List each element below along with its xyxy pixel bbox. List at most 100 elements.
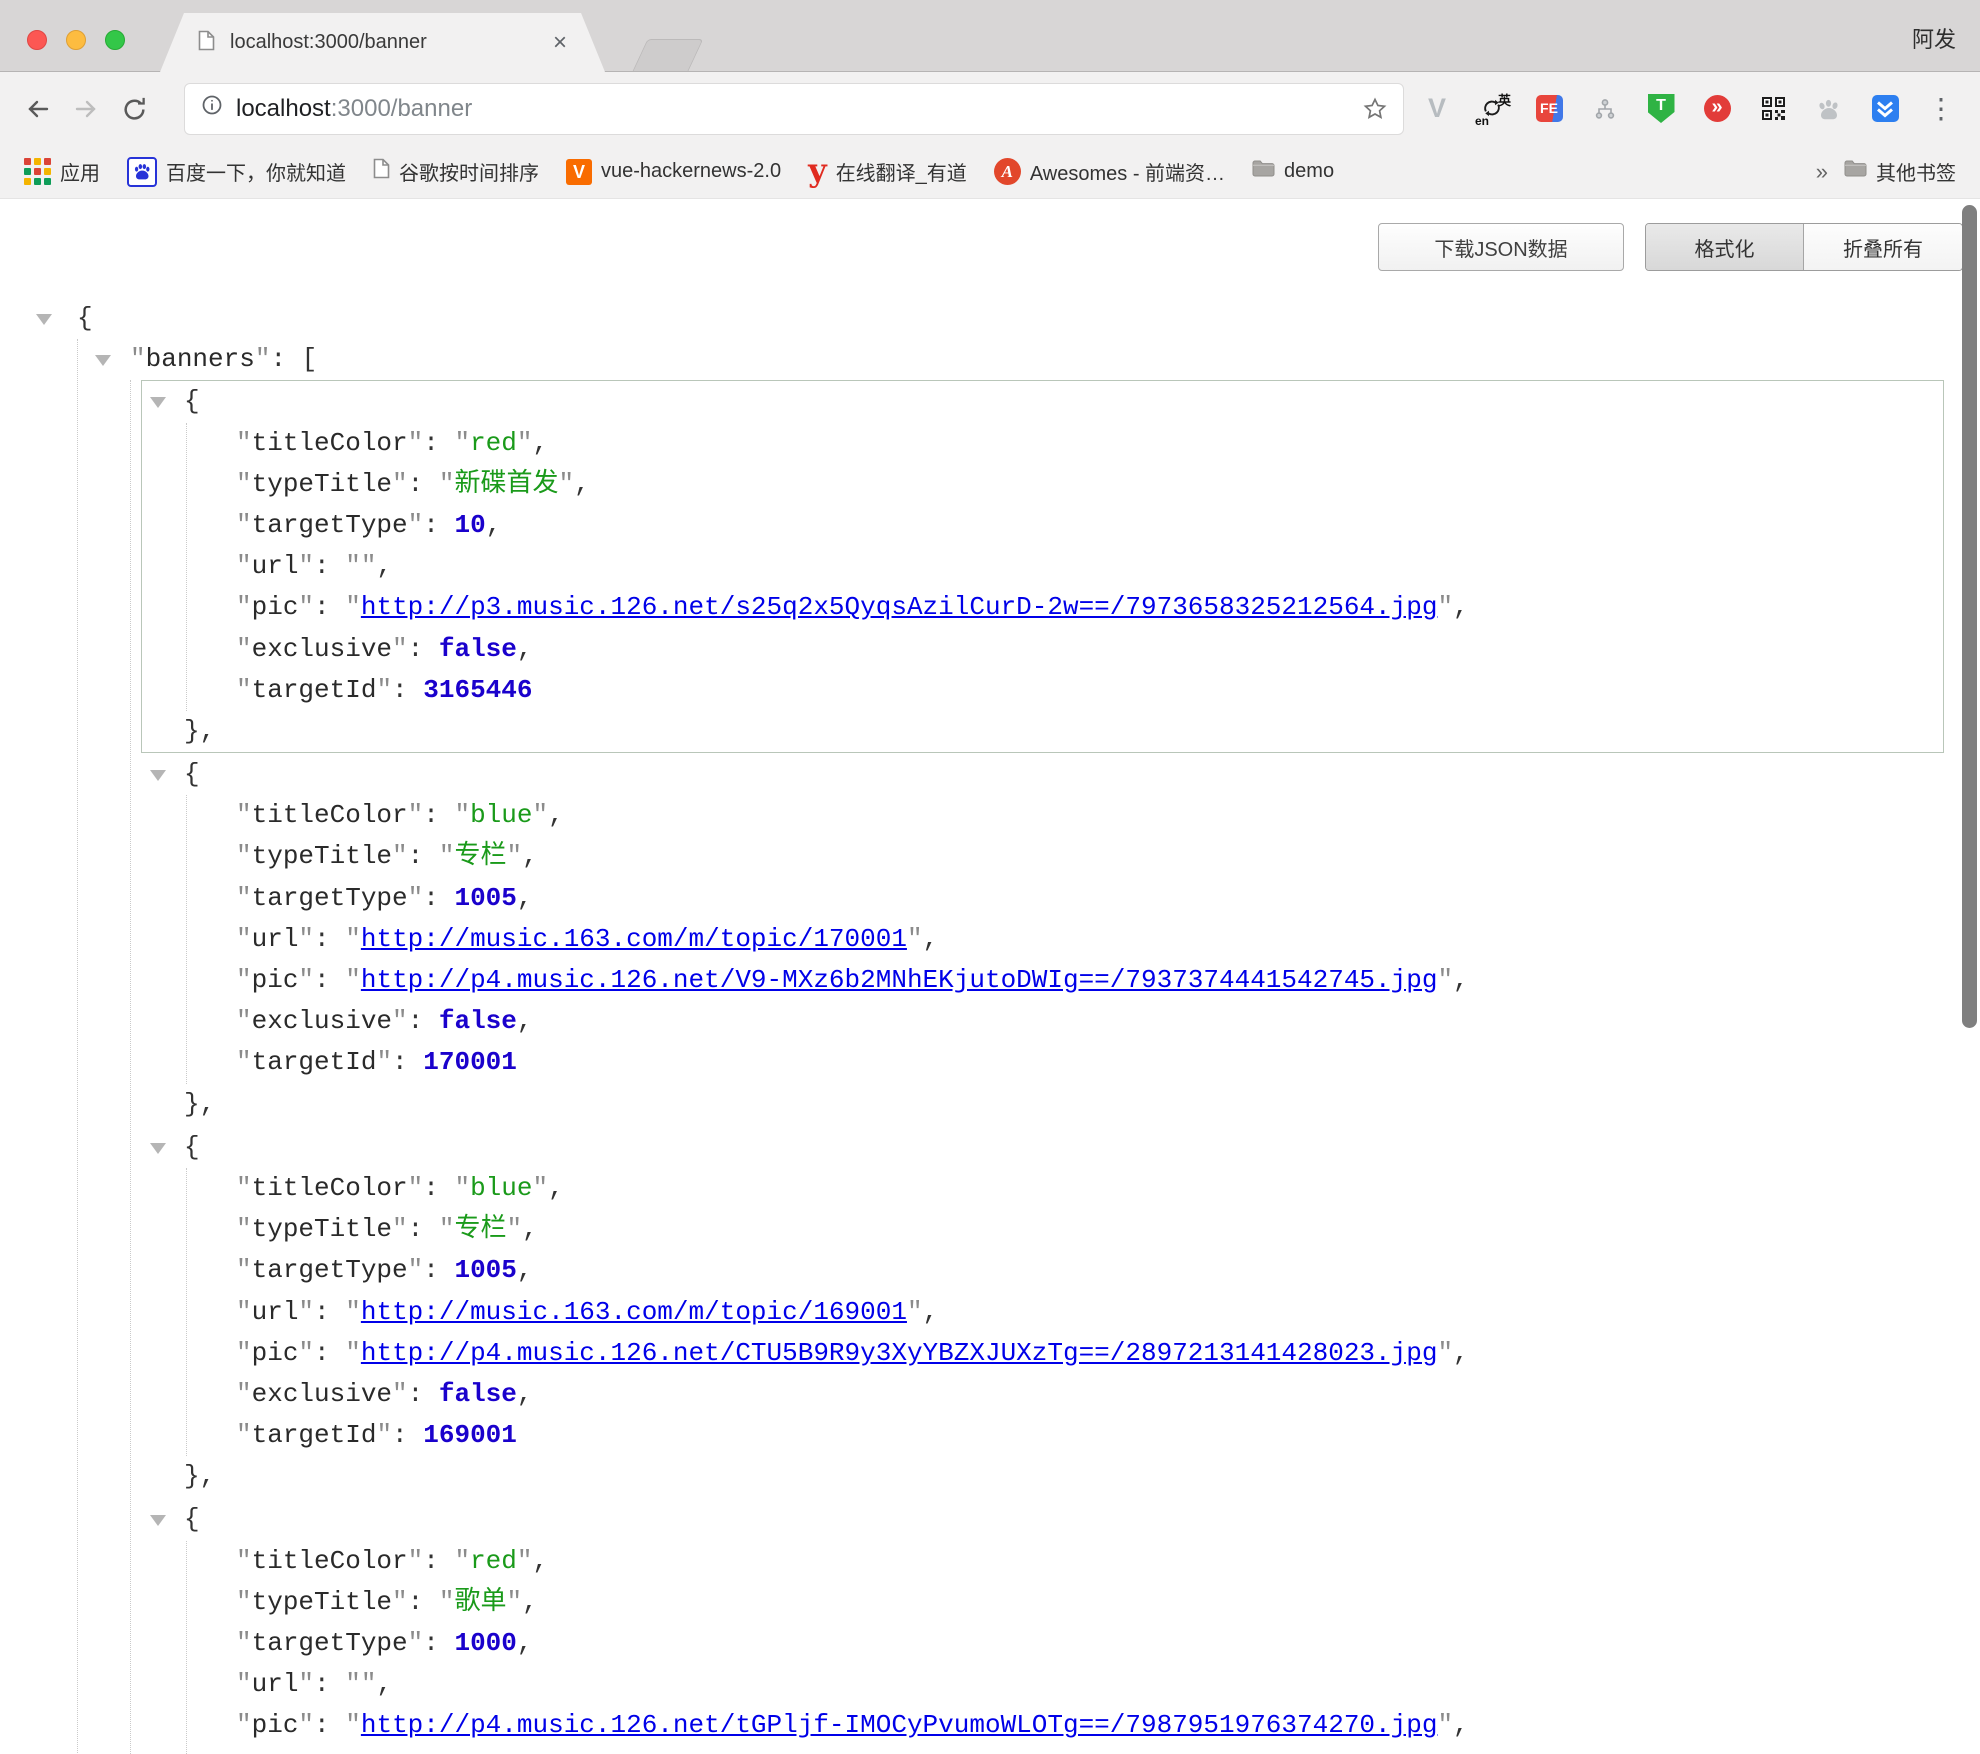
forward-icon[interactable] [62, 85, 110, 133]
tampermonkey-icon[interactable]: T [1641, 87, 1681, 131]
back-icon[interactable] [14, 85, 62, 133]
json-line-typeTitle: "typeTitle": "专栏", [187, 836, 1943, 877]
bookmarks-overflow-icon[interactable]: » [1816, 159, 1828, 185]
browser-menu-icon[interactable]: ⋮ [1921, 92, 1961, 125]
bookmark-item[interactable]: 谷歌按时间排序 [373, 157, 539, 186]
json-token: { [184, 759, 200, 789]
json-token: " [298, 1338, 314, 1368]
page-content: 下载JSON数据 格式化 折叠所有 {"banners": [{"titleCo… [0, 199, 1980, 1754]
json-token: pic [252, 1338, 299, 1368]
json-token: " [236, 800, 252, 830]
json-array-item[interactable]: {"titleColor": "blue","typeTitle": "专栏",… [141, 753, 1944, 1126]
json-token: : [408, 1214, 439, 1244]
json-token: " [408, 1255, 424, 1285]
json-line-url: "url": "", [187, 546, 1943, 587]
close-window-icon[interactable] [27, 30, 47, 50]
tab-close-icon[interactable]: × [553, 31, 567, 55]
profile-name[interactable]: 阿发 [1912, 22, 1956, 54]
json-token: " [236, 592, 252, 622]
bookmark-item[interactable]: demo [1252, 159, 1334, 184]
json-object-children: "titleColor": "red","typeTitle": "歌单","t… [186, 1541, 1943, 1754]
downloader-icon[interactable] [1865, 87, 1905, 131]
json-token: , [486, 510, 502, 540]
bookmarks-bar: 应用百度一下，你就知道谷歌按时间排序 Vvue-hackernews-2.0 y在线… [0, 145, 1980, 199]
json-token: " [507, 841, 523, 871]
json-token: " [236, 1669, 252, 1699]
bookmark-item[interactable]: AAwesomes - 前端资… [994, 157, 1225, 186]
page-info-icon[interactable] [201, 94, 223, 123]
json-token: " [376, 1420, 392, 1450]
collapse-triangle-icon[interactable] [95, 355, 111, 366]
json-link[interactable]: http://p4.music.126.net/tGPljf-IMOCyPvum… [361, 1710, 1438, 1740]
json-link[interactable]: http://p4.music.126.net/CTU5B9R9y3XyYBZX… [361, 1338, 1438, 1368]
json-token: typeTitle [252, 469, 392, 499]
qrcode-icon[interactable] [1753, 87, 1793, 131]
json-token: , [517, 1255, 533, 1285]
json-root-children: "banners": [{"titleColor": "red","typeTi… [77, 339, 1944, 1754]
json-token: , [522, 841, 538, 871]
json-token: " [298, 551, 314, 581]
json-token: " [236, 675, 252, 705]
json-token: " [236, 1255, 252, 1285]
vue-devtools-icon[interactable]: V [1417, 87, 1457, 131]
new-tab-button[interactable] [633, 39, 704, 71]
json-token: " [392, 1379, 408, 1409]
minimize-window-icon[interactable] [66, 30, 86, 50]
bookmark-item[interactable]: Vvue-hackernews-2.0 [566, 159, 781, 185]
json-token: false [439, 634, 517, 664]
bookmark-star-icon[interactable] [1363, 97, 1387, 121]
json-token: url [252, 924, 299, 954]
json-token: " [236, 965, 252, 995]
collapse-triangle-icon[interactable] [36, 314, 52, 325]
json-token: " [533, 1173, 549, 1203]
json-array-item[interactable]: {"titleColor": "red","typeTitle": "新碟首发"… [141, 380, 1944, 753]
address-bar[interactable]: localhost:3000/banner [184, 83, 1404, 135]
collapse-all-button[interactable]: 折叠所有 [1804, 224, 1962, 270]
json-token: , [533, 1546, 549, 1576]
json-array-item[interactable]: {"titleColor": "blue","typeTitle": "专栏",… [141, 1126, 1944, 1499]
json-token: , [923, 924, 939, 954]
bookmark-item[interactable]: 应用 [24, 157, 100, 186]
browser-tab[interactable]: localhost:3000/banner × [160, 13, 605, 72]
json-link[interactable]: http://music.163.com/m/topic/169001 [361, 1297, 907, 1327]
translate-icon[interactable]: 英en [1473, 87, 1513, 131]
json-token: : [392, 1047, 423, 1077]
collapse-triangle-icon[interactable] [150, 770, 166, 781]
json-link[interactable]: http://music.163.com/m/topic/170001 [361, 924, 907, 954]
collapse-triangle-icon[interactable] [150, 1515, 166, 1526]
fastforward-icon[interactable]: » [1697, 87, 1737, 131]
youdao-icon: y [808, 157, 827, 187]
json-token: : [423, 1628, 454, 1658]
json-token: " [236, 1587, 252, 1617]
json-object-close-line: }, [142, 1084, 1943, 1125]
zoom-window-icon[interactable] [105, 30, 125, 50]
json-token: 3165446 [423, 675, 532, 705]
json-link[interactable]: http://p3.music.126.net/s25q2x5QyqsAzilC… [361, 592, 1438, 622]
collapse-triangle-icon[interactable] [150, 397, 166, 408]
reload-icon[interactable] [110, 85, 158, 133]
json-token: " [517, 428, 533, 458]
json-token: " [345, 1669, 361, 1699]
bookmark-item-other[interactable]: 其他书签 [1844, 157, 1956, 186]
fehelper-icon[interactable]: FE [1529, 87, 1569, 131]
json-token: " [408, 1173, 424, 1203]
json-token: " [408, 510, 424, 540]
json-token: " [408, 428, 424, 458]
sitemap-icon[interactable] [1585, 87, 1625, 131]
collapse-triangle-icon[interactable] [150, 1143, 166, 1154]
format-button[interactable]: 格式化 [1646, 224, 1804, 270]
browser-toolbar: localhost:3000/banner V 英en FE T » ⋮ [0, 72, 1980, 145]
paw-icon[interactable] [1809, 87, 1849, 131]
bookmark-item[interactable]: y在线翻译_有道 [808, 157, 967, 187]
json-token: url [252, 1669, 299, 1699]
bookmark-label: Awesomes - 前端资… [1030, 157, 1225, 186]
json-array-item[interactable]: {"titleColor": "red","typeTitle": "歌单","… [141, 1498, 1944, 1754]
download-json-button[interactable]: 下载JSON数据 [1378, 223, 1624, 271]
bookmark-label: 其他书签 [1876, 157, 1956, 186]
page-icon [198, 30, 215, 56]
json-token: , [574, 469, 590, 499]
scrollbar-thumb[interactable] [1962, 205, 1977, 1028]
json-link[interactable]: http://p4.music.126.net/V9-MXz6b2MNhEKju… [361, 965, 1438, 995]
vue-icon: V [566, 159, 592, 185]
bookmark-item[interactable]: 百度一下，你就知道 [127, 157, 346, 187]
